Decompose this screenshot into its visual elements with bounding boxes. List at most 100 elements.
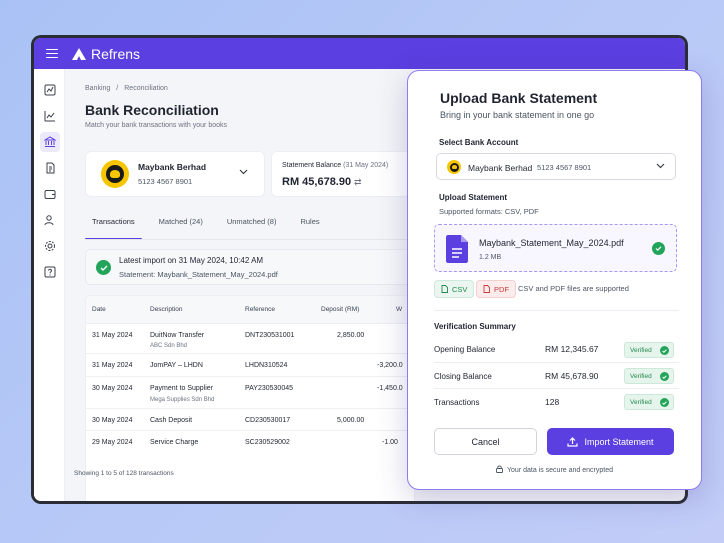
row-deposit: 5,000.00: [337, 417, 365, 424]
check-circle-icon: [660, 372, 669, 381]
row-reference: CD230530017: [245, 417, 291, 424]
statement-label-text: Statement Balance: [282, 162, 342, 169]
dashboard-icon[interactable]: [40, 80, 60, 100]
modal-title: Upload Bank Statement: [440, 90, 598, 106]
tabs-divider: [85, 239, 415, 240]
latest-import-banner: Latest import on 31 May 2024, 10:42 AM S…: [85, 249, 415, 285]
row-reference: DNT230531001: [245, 332, 295, 339]
uploaded-file-size: 1.2 MB: [479, 254, 502, 261]
row-withdrawal: -3,200.0: [377, 362, 403, 369]
upload-icon: [567, 436, 579, 447]
csv-file-icon: [441, 285, 448, 293]
verification-summary-title: Verification Summary: [434, 322, 516, 331]
bank-account-number: 5123 4567 8901: [138, 177, 193, 186]
column-deposit[interactable]: Deposit (RM): [321, 306, 359, 313]
top-bar: Refrens: [34, 38, 685, 69]
document-icon[interactable]: [40, 158, 60, 178]
statement-balance-card: Statement Balance (31 May 2024) RM 45,67…: [271, 151, 411, 197]
security-note: Your data is secure and encrypted: [408, 465, 701, 474]
row-date: 31 May 2024: [92, 332, 133, 339]
selected-bank-name: Maybank Berhad: [468, 163, 533, 173]
settings-icon[interactable]: [40, 236, 60, 256]
table-row[interactable]: 30 May 2024 Payment to Supplier Mega Sup…: [86, 377, 414, 409]
row-reference: SC230529002: [245, 439, 290, 446]
row-reference: PAY230530045: [245, 385, 294, 392]
row-divider: [434, 362, 679, 363]
app-name: Refrens: [91, 45, 141, 62]
breadcrumb-current: Reconciliation: [124, 85, 168, 92]
select-bank-label: Select Bank Account: [439, 138, 519, 147]
upload-statement-label: Upload Statement: [439, 193, 508, 202]
row-divider: [434, 388, 679, 389]
chevron-down-icon: [656, 163, 665, 169]
users-icon[interactable]: [40, 210, 60, 230]
row-date: 31 May 2024: [92, 362, 133, 369]
app-logo[interactable]: Refrens: [72, 46, 140, 62]
sidebar: [34, 69, 65, 501]
closing-balance-value: RM 45,678.90: [545, 371, 599, 381]
verified-badge-label: Verified: [630, 346, 652, 354]
import-statement-button[interactable]: Import Statement: [547, 428, 674, 455]
check-circle-icon: [96, 260, 111, 275]
pdf-small-icon: [483, 285, 490, 293]
verified-badge: Verified: [624, 394, 674, 410]
upload-dropzone[interactable]: Maybank_Statement_May_2024.pdf 1.2 MB: [434, 224, 677, 272]
refrens-logo-icon: [72, 47, 86, 60]
verified-badge: Verified: [624, 342, 674, 358]
row-date: 30 May 2024: [92, 417, 133, 424]
column-reference[interactable]: Reference: [245, 306, 275, 313]
chart-icon[interactable]: [40, 106, 60, 126]
bank-account-card[interactable]: Maybank Berhad 5123 4567 8901: [85, 151, 265, 197]
maybank-logo: [447, 160, 461, 174]
csv-chip-label: CSV: [452, 284, 468, 294]
closing-balance-label: Closing Balance: [434, 372, 492, 381]
bank-name: Maybank Berhad: [138, 162, 207, 172]
row-reference: LHDN310524: [245, 362, 288, 369]
check-circle-icon: [660, 398, 669, 407]
check-circle-icon: [652, 242, 665, 255]
row-deposit: 2,850.00: [337, 332, 365, 339]
pdf-format-chip: PDF: [476, 280, 516, 298]
breadcrumb-banking[interactable]: Banking: [85, 85, 110, 92]
breadcrumb: Banking / Reconciliation: [85, 85, 168, 92]
check-circle-icon: [660, 346, 669, 355]
latest-import-title: Latest import on 31 May 2024, 10:42 AM: [119, 256, 264, 265]
verified-badge-label: Verified: [630, 398, 652, 406]
bank-icon[interactable]: [40, 132, 60, 152]
tab-rules[interactable]: Rules: [293, 212, 326, 236]
page-subtitle: Match your bank transactions with your b…: [85, 122, 228, 129]
column-withdrawal[interactable]: W: [396, 306, 402, 313]
row-description-sub: ABC Sdn Bhd: [150, 343, 188, 349]
table-row[interactable]: 29 May 2024 Service Charge SC230529002 -…: [86, 431, 414, 453]
column-date[interactable]: Date: [92, 306, 106, 313]
csv-format-chip: CSV: [434, 280, 475, 298]
verified-badge-label: Verified: [630, 372, 652, 380]
table-row[interactable]: 31 May 2024 DuitNow Transfer ABC Sdn Bhd…: [86, 324, 414, 354]
opening-balance-value: RM 12,345.67: [545, 344, 599, 354]
cancel-button[interactable]: Cancel: [434, 428, 537, 455]
column-description[interactable]: Description: [150, 306, 183, 313]
tab-matched[interactable]: Matched (24): [152, 212, 210, 236]
transactions-count-label: Transactions: [434, 398, 480, 407]
swap-icon[interactable]: ⇄: [354, 177, 362, 188]
import-statement-label: Import Statement: [584, 436, 654, 447]
opening-balance-label: Opening Balance: [434, 345, 496, 354]
table-row[interactable]: 30 May 2024 Cash Deposit CD230530017 5,0…: [86, 409, 414, 431]
lock-icon: [496, 465, 503, 473]
chevron-down-icon[interactable]: [239, 169, 248, 175]
table-row[interactable]: 31 May 2024 JomPAY – LHDN LHDN310524 -3,…: [86, 354, 414, 377]
menu-icon[interactable]: [46, 48, 58, 59]
row-date: 30 May 2024: [92, 385, 133, 392]
help-icon[interactable]: [40, 262, 60, 282]
wallet-icon[interactable]: [40, 184, 60, 204]
modal-subtitle: Bring in your bank statement in one go: [440, 110, 595, 120]
supported-formats: Supported formats: CSV, PDF: [439, 207, 539, 216]
page-title: Bank Reconciliation: [85, 102, 219, 118]
row-description: Service Charge: [150, 439, 199, 446]
verified-badge: Verified: [624, 368, 674, 384]
bank-account-select[interactable]: Maybank Berhad 5123 4567 8901: [436, 153, 676, 180]
pagination-summary: Showing 1 to 5 of 128 transactions: [74, 470, 174, 477]
tab-transactions[interactable]: Transactions: [85, 212, 142, 240]
section-divider: [434, 310, 679, 311]
tab-unmatched[interactable]: Unmatched (8): [220, 212, 284, 236]
